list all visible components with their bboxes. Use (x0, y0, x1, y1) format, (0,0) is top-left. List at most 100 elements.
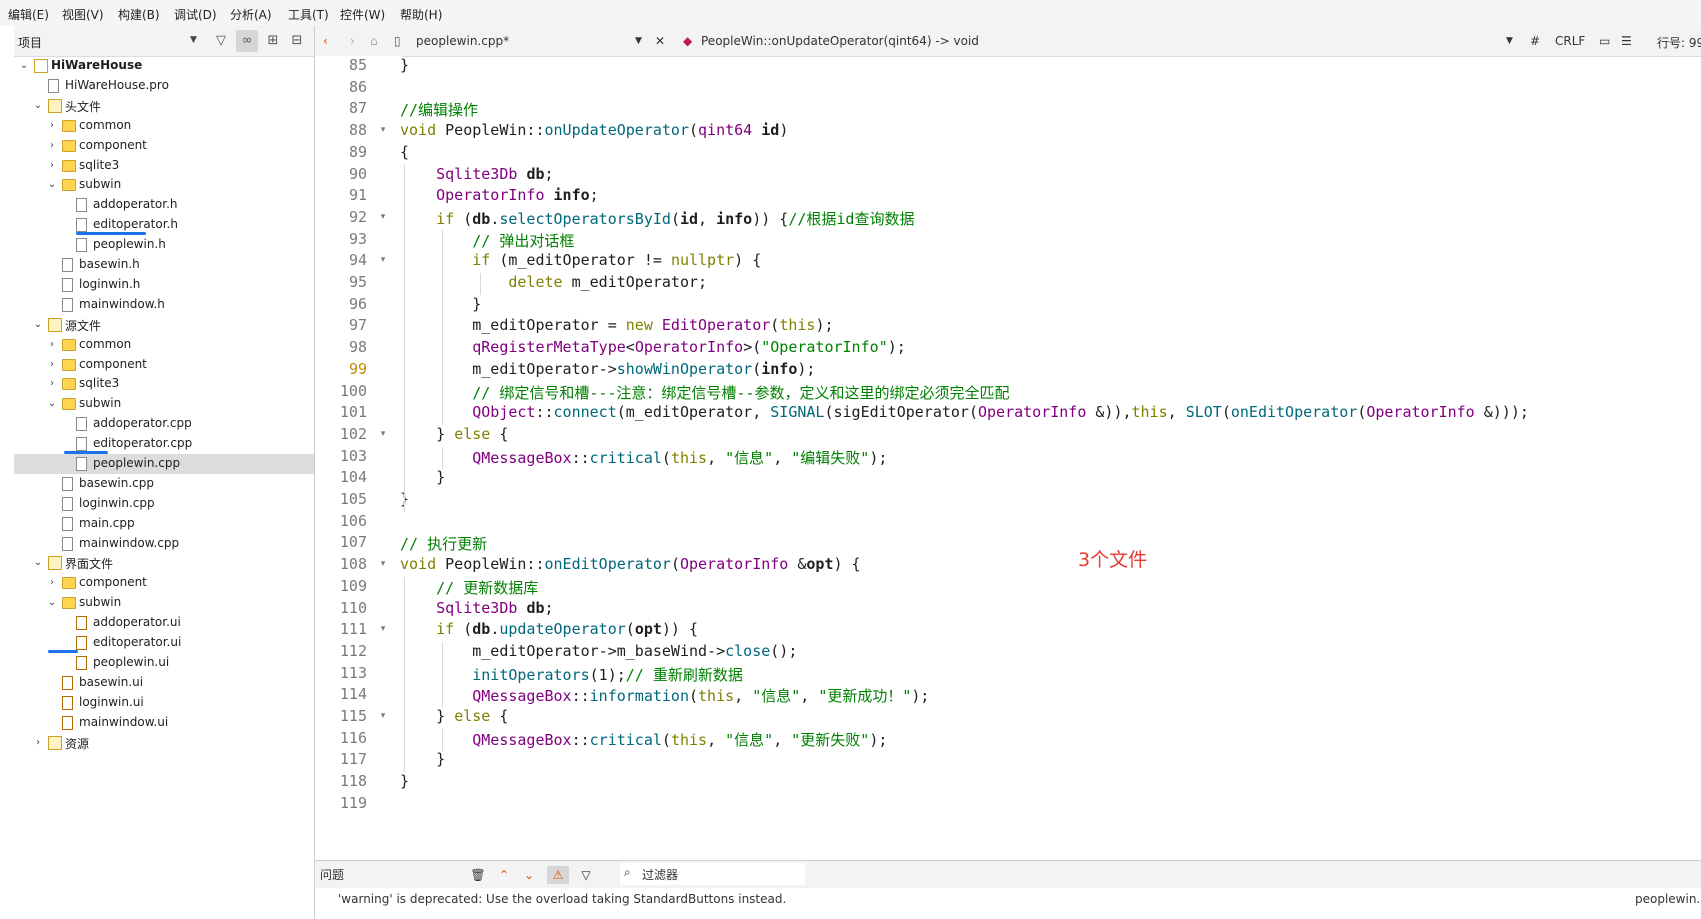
next-icon[interactable]: ⌄ (520, 866, 538, 884)
code-line[interactable]: } else { (400, 425, 508, 443)
tree-item[interactable]: loginwin.h (14, 275, 314, 295)
chevron-right-icon[interactable]: › (46, 158, 58, 174)
fold-marker-icon[interactable]: ▾ (377, 711, 389, 721)
fold-marker-icon[interactable]: ▾ (377, 255, 389, 265)
menu-item[interactable]: 工具(T) (288, 6, 329, 23)
line-ending-select[interactable]: CRLF (1555, 34, 1585, 48)
tree-item[interactable]: peoplewin.h (14, 235, 314, 255)
tree-item[interactable]: addoperator.h (14, 195, 314, 215)
code-line[interactable]: } else { (400, 707, 508, 725)
code-line[interactable]: } (400, 295, 481, 313)
tree-item[interactable]: main.cpp (14, 514, 314, 534)
menu-item[interactable]: 视图(V) (62, 6, 104, 23)
tree-item[interactable]: ⌄ 界面文件 (14, 553, 314, 573)
chevron-down-icon[interactable]: ⌄ (32, 317, 44, 333)
tree-item[interactable]: › component (14, 573, 314, 593)
code-line[interactable]: // 绑定信号和槽---注意：绑定信号槽--参数，定义和这里的绑定必须完全匹配 (400, 382, 1009, 403)
code-line[interactable]: if (m_editOperator != nullptr) { (400, 251, 761, 269)
tree-item[interactable]: mainwindow.h (14, 295, 314, 315)
code-editor[interactable]: }//编辑操作 void PeopleWin::onUpdateOperator(… (400, 56, 1701, 852)
fold-marker-icon[interactable]: ▾ (377, 429, 389, 439)
chevron-down-icon[interactable]: ⌄ (46, 396, 58, 412)
tree-item[interactable]: editoperator.h (14, 215, 314, 235)
filter-field[interactable]: ⌕ 过滤器 (620, 863, 805, 885)
code-line[interactable]: } (400, 468, 445, 486)
fold-marker-icon[interactable]: ▾ (377, 559, 389, 569)
code-line[interactable]: if (db.updateOperator(opt)) { (400, 620, 698, 638)
chevron-right-icon[interactable]: › (46, 376, 58, 392)
forward-icon[interactable]: › (350, 34, 355, 48)
close-file-icon[interactable]: ✕ (655, 34, 665, 48)
tree-item[interactable]: › component (14, 136, 314, 156)
tree-item[interactable]: HiWareHouse.pro (14, 76, 314, 96)
encoding-icon[interactable]: ▭ (1599, 34, 1610, 48)
outline-icon[interactable]: ☰ (1621, 34, 1632, 48)
tree-item[interactable]: mainwindow.cpp (14, 534, 314, 554)
code-line[interactable]: m_editOperator = new EditOperator(this); (400, 316, 833, 334)
tree-item[interactable]: addoperator.ui (14, 613, 314, 633)
code-line[interactable]: Sqlite3Db db; (400, 165, 553, 183)
split-icon[interactable]: ⊞ (262, 30, 284, 52)
chevron-right-icon[interactable]: › (32, 735, 44, 751)
code-line[interactable]: // 执行更新 (400, 533, 487, 554)
tree-item[interactable]: › common (14, 116, 314, 136)
file-name-select[interactable]: peoplewin.cpp* (416, 34, 509, 48)
function-select[interactable]: PeopleWin::onUpdateOperator(qint64) -> v… (701, 34, 979, 48)
chevron-down-icon[interactable]: ⌄ (32, 555, 44, 571)
tree-item[interactable]: ⌄ HiWareHouse (14, 56, 314, 76)
function-dropdown-icon[interactable]: ▼ (1506, 36, 1513, 46)
menu-item[interactable]: 调试(D) (174, 6, 217, 23)
link-icon[interactable]: ∞ (236, 30, 258, 52)
code-line[interactable]: initOperators(1);// 重新刷新数据 (400, 664, 743, 685)
tree-item[interactable]: › sqlite3 (14, 374, 314, 394)
tree-item[interactable]: › sqlite3 (14, 156, 314, 176)
code-line[interactable]: delete m_editOperator; (400, 273, 707, 291)
tree-item[interactable]: ⌄ subwin (14, 593, 314, 613)
fold-marker-icon[interactable]: ▾ (377, 125, 389, 135)
chevron-down-icon[interactable]: ⌄ (18, 58, 30, 74)
tree-item[interactable]: loginwin.ui (14, 693, 314, 713)
code-line[interactable]: if (db.selectOperatorsById(id, info)) {/… (400, 208, 914, 229)
warning-filter-icon[interactable]: ⚠ (547, 866, 569, 884)
chevron-right-icon[interactable]: › (46, 138, 58, 154)
tree-item[interactable]: ⌄ 源文件 (14, 315, 314, 335)
tree-item[interactable]: › 资源 (14, 733, 314, 753)
tree-item[interactable]: loginwin.cpp (14, 494, 314, 514)
panel-dropdown-icon[interactable]: ▼ (190, 35, 197, 45)
line-column-indicator[interactable]: 行号: 99 (1657, 34, 1701, 51)
tree-item[interactable]: mainwindow.ui (14, 713, 314, 733)
code-line[interactable]: { (400, 143, 409, 161)
fold-marker-icon[interactable]: ▾ (377, 624, 389, 634)
close-panel-icon[interactable]: ⊟ (286, 30, 308, 52)
code-line[interactable]: // 弹出对话框 (400, 230, 574, 251)
chevron-down-icon[interactable]: ⌄ (32, 98, 44, 114)
tree-item[interactable]: › component (14, 355, 314, 375)
code-line[interactable]: QObject::connect(m_editOperator, SIGNAL(… (400, 403, 1529, 421)
code-line[interactable]: QMessageBox::critical(this, "信息", "更新失败"… (400, 729, 887, 750)
code-line[interactable]: } (400, 750, 445, 768)
menu-item[interactable]: 分析(A) (230, 6, 272, 23)
code-line[interactable]: OperatorInfo info; (400, 186, 599, 204)
prev-icon[interactable]: ⌃ (495, 866, 513, 884)
code-line[interactable]: QMessageBox::information(this, "信息", "更新… (400, 685, 929, 706)
code-line[interactable]: } (400, 56, 409, 74)
code-line[interactable]: QMessageBox::critical(this, "信息", "编辑失败"… (400, 447, 887, 468)
tree-item[interactable]: › common (14, 335, 314, 355)
back-icon[interactable]: ‹ (323, 34, 328, 48)
chevron-right-icon[interactable]: › (46, 337, 58, 353)
tree-item[interactable]: basewin.ui (14, 673, 314, 693)
filter-icon[interactable]: ▽ (210, 30, 232, 52)
code-line[interactable]: Sqlite3Db db; (400, 599, 553, 617)
tree-item[interactable]: ⌄ 头文件 (14, 96, 314, 116)
tree-item[interactable]: addoperator.cpp (14, 414, 314, 434)
code-line[interactable]: void PeopleWin::onEditOperator(OperatorI… (400, 555, 861, 573)
tree-item[interactable]: ⌄ subwin (14, 394, 314, 414)
fold-marker-icon[interactable]: ▾ (377, 212, 389, 222)
filter-icon[interactable]: ▽ (577, 866, 595, 884)
tree-item[interactable]: ⌄ subwin (14, 175, 314, 195)
menu-item[interactable]: 帮助(H) (400, 6, 442, 23)
tree-item[interactable]: peoplewin.ui (14, 653, 314, 673)
menu-item[interactable]: 控件(W) (340, 6, 385, 23)
code-line[interactable]: qRegisterMetaType<OperatorInfo>("Operato… (400, 338, 906, 356)
code-line[interactable]: // 更新数据库 (400, 577, 538, 598)
